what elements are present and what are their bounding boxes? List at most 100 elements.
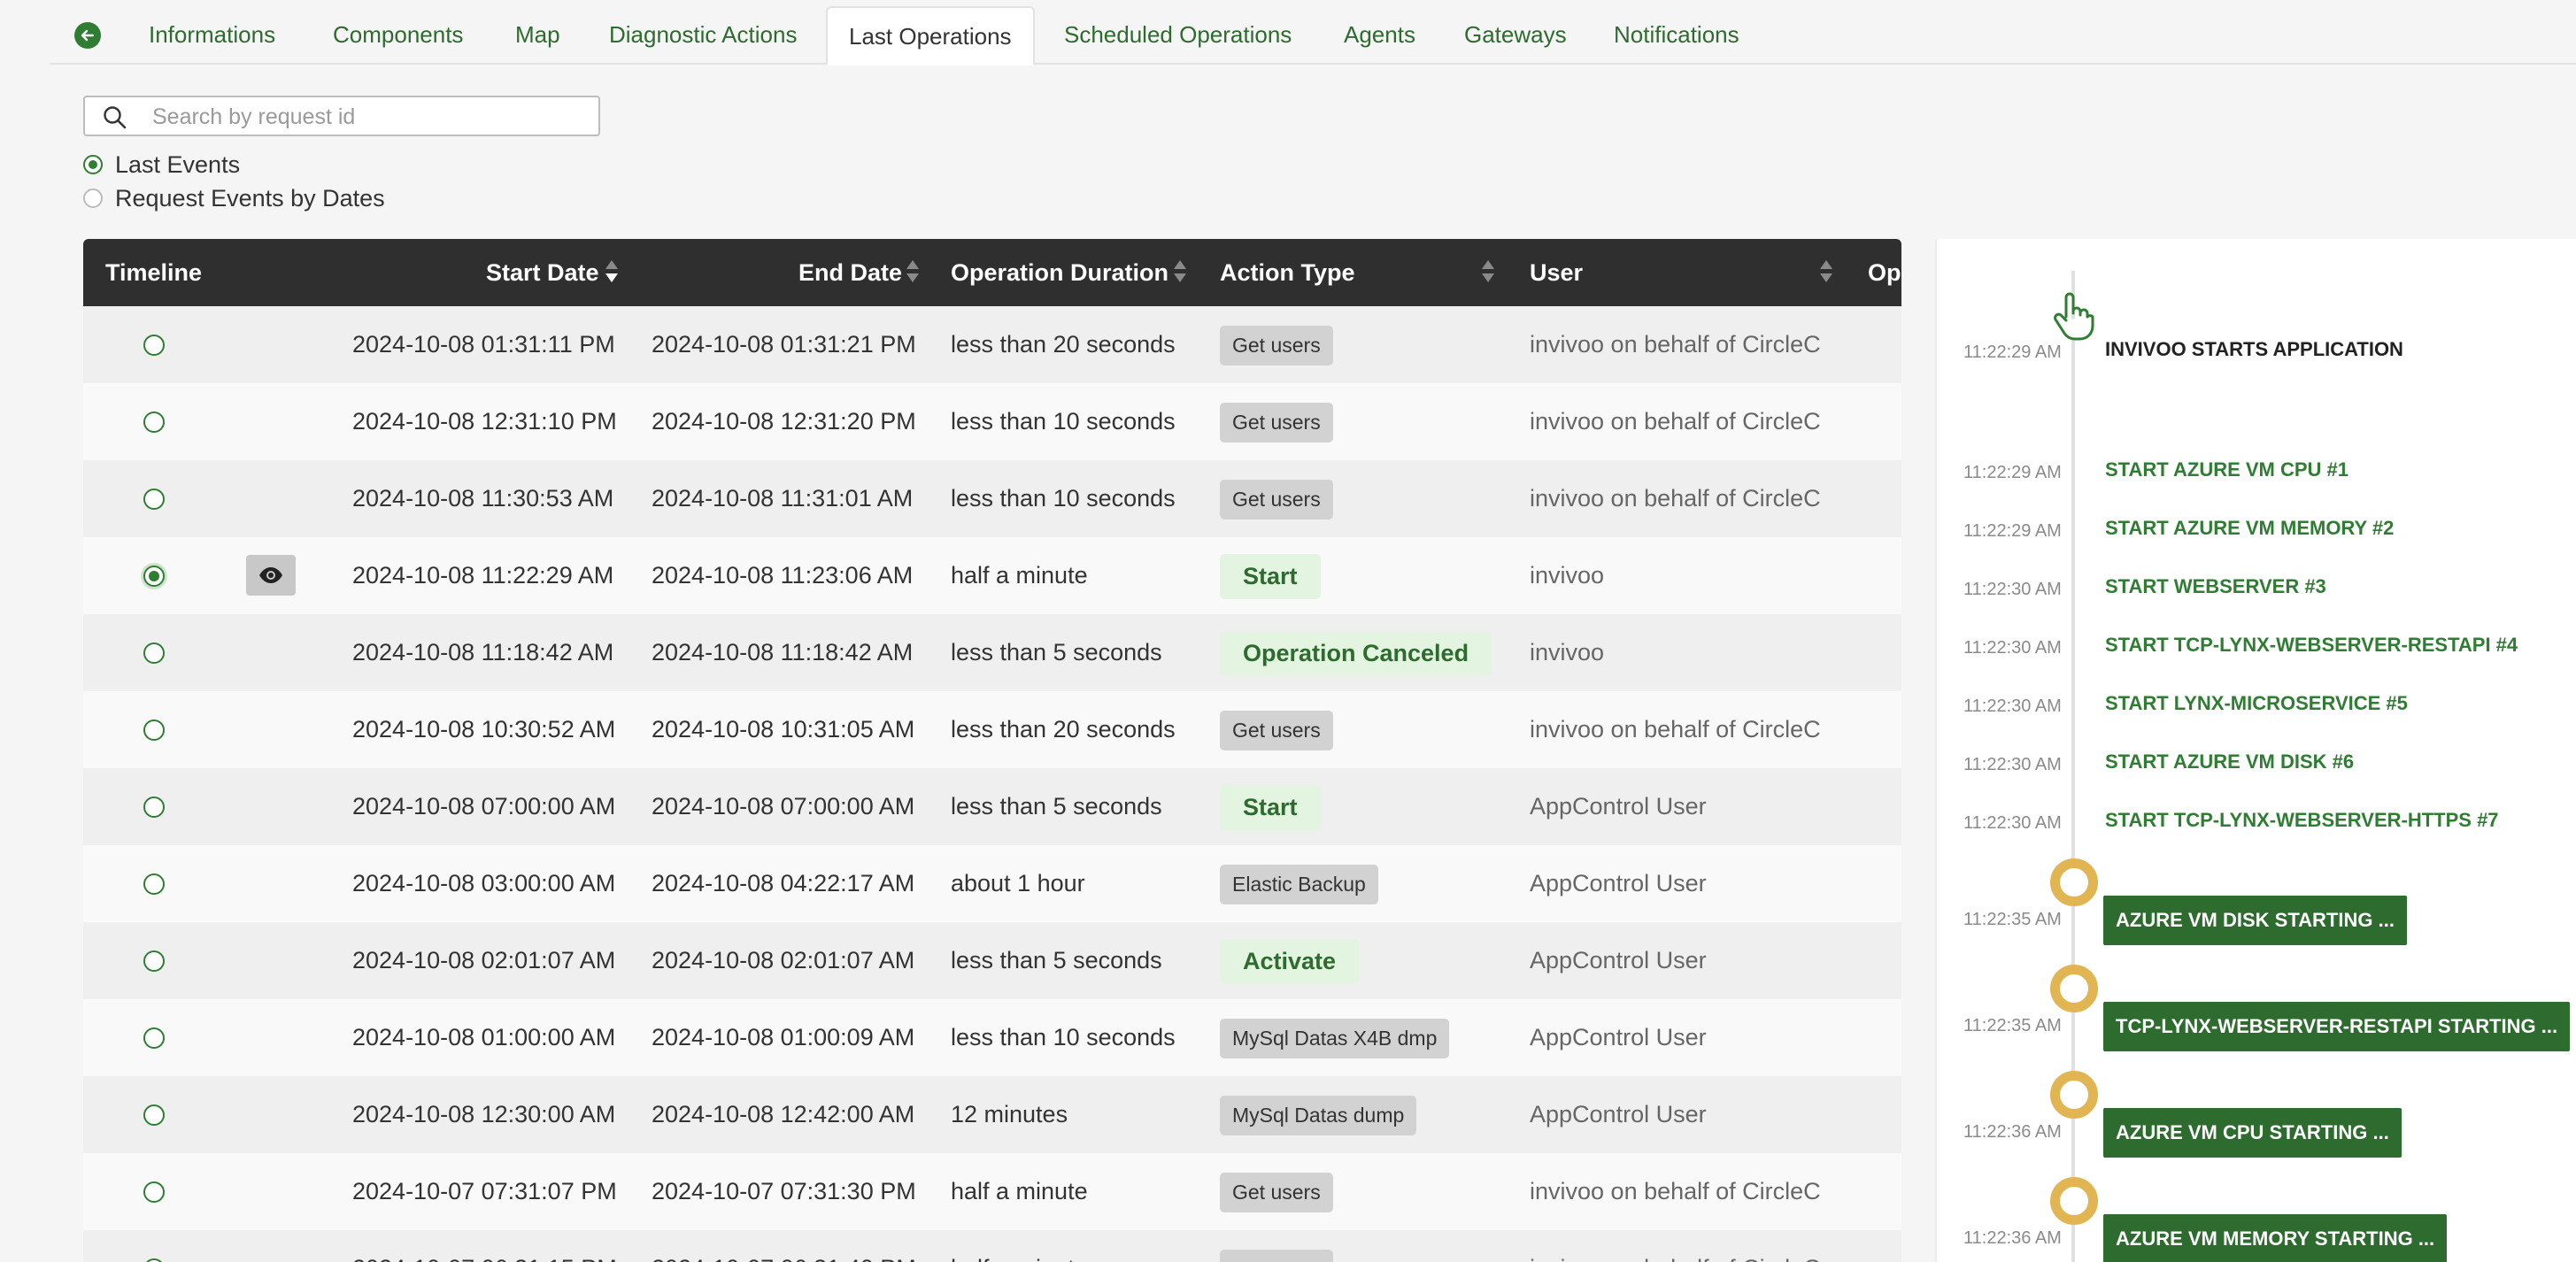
timeline-radio[interactable] [143, 1027, 165, 1049]
tab-map[interactable]: Map [515, 6, 560, 63]
sort-icon[interactable] [906, 260, 919, 285]
operations-table: Timeline Start Date End Date Operation D… [83, 239, 1901, 1262]
table-row[interactable]: 2024-10-07 07:31:07 PM 2024-10-07 07:31:3… [83, 1153, 1901, 1230]
event-time: 11:22:29 AM [1963, 521, 2062, 541]
action-type-cell: Activate [1220, 922, 1360, 999]
tab-informations[interactable]: Informations [149, 6, 275, 63]
view-eye-icon[interactable] [246, 555, 296, 596]
action-type-cell: Start [1220, 768, 1321, 845]
user-cell: AppControl User [1530, 1101, 1707, 1127]
end-date-cell: 2024-10-08 01:31:21 PM [652, 331, 916, 358]
action-type-cell: Start [1220, 537, 1321, 614]
timeline-radio[interactable] [143, 950, 165, 972]
user-cell: AppControl User [1530, 793, 1707, 820]
column-end-date[interactable]: End Date [798, 239, 902, 306]
table-row[interactable]: 2024-10-08 11:18:42 AM 2024-10-08 11:18:4… [83, 614, 1901, 691]
timeline-radio[interactable] [143, 873, 165, 895]
back-arrow-icon[interactable] [74, 22, 101, 49]
event-time: 11:22:29 AM [1963, 342, 2062, 362]
table-row[interactable]: 2024-10-08 07:00:00 AM 2024-10-08 07:00:0… [83, 768, 1901, 845]
action-badge: Get users [1220, 1250, 1333, 1262]
tab-last-operations[interactable]: Last Operations [826, 6, 1035, 65]
column-duration[interactable]: Operation Duration [951, 239, 1168, 306]
start-date-cell: 2024-10-08 03:00:00 AM [352, 870, 616, 896]
action-type-cell: MySql Datas dump [1220, 1076, 1417, 1153]
radio-by-dates[interactable] [83, 189, 103, 208]
timeline-radio[interactable] [143, 1258, 165, 1262]
timeline-radio[interactable] [143, 335, 165, 356]
table-row[interactable]: 2024-10-08 02:01:07 AM 2024-10-08 02:01:0… [83, 922, 1901, 999]
duration-cell: less than 5 seconds [951, 793, 1162, 820]
start-date-cell: 2024-10-08 12:30:00 AM [352, 1101, 616, 1127]
sort-icon[interactable] [1820, 260, 1832, 285]
tab-scheduled-operations[interactable]: Scheduled Operations [1064, 6, 1292, 63]
event-label: START TCP-LYNX-WEBSERVER-RESTAPI #4 [2105, 634, 2518, 656]
filter-by-dates-label: Request Events by Dates [115, 184, 385, 212]
event-time: 11:22:30 AM [1963, 580, 2062, 599]
table-row[interactable]: 2024-10-07 06:31:15 PM 2024-10-07 06:31:4… [83, 1230, 1901, 1262]
tab-diagnostic-actions[interactable]: Diagnostic Actions [609, 6, 797, 63]
action-type-cell: Get users [1220, 306, 1333, 383]
table-row[interactable]: 2024-10-08 12:30:00 AM 2024-10-08 12:42:0… [83, 1076, 1901, 1153]
column-op[interactable]: Op [1868, 239, 1901, 306]
table-row[interactable]: 2024-10-08 10:30:52 AM 2024-10-08 10:31:0… [83, 691, 1901, 768]
timeline-radio[interactable] [143, 412, 165, 433]
status-ring-icon [2050, 858, 2098, 906]
event-time: 11:22:35 AM [1963, 1016, 2062, 1035]
column-start-date[interactable]: Start Date [486, 239, 599, 306]
event-label: START AZURE VM DISK #6 [2105, 750, 2355, 773]
timeline-radio[interactable] [143, 643, 165, 664]
event-time: 11:22:30 AM [1963, 813, 2062, 833]
action-badge: MySql Datas dump [1220, 1096, 1417, 1136]
filter-by-dates[interactable]: Request Events by Dates [83, 182, 385, 214]
user-cell: AppControl User [1530, 1024, 1707, 1050]
filter-last-events[interactable]: Last Events [83, 149, 240, 181]
action-type-cell: Get users [1220, 691, 1333, 768]
timeline-radio[interactable] [143, 1104, 165, 1126]
sort-icon[interactable] [605, 260, 618, 285]
column-user[interactable]: User [1530, 239, 1583, 306]
duration-cell: less than 20 seconds [951, 716, 1176, 743]
end-date-cell: 2024-10-08 11:23:06 AM [652, 562, 914, 589]
end-date-cell: 2024-10-08 11:31:01 AM [652, 485, 914, 512]
column-action-type[interactable]: Action Type [1220, 239, 1355, 306]
action-type-cell: MySql Datas X4B dmp [1220, 999, 1450, 1076]
radio-last-events[interactable] [83, 155, 103, 174]
action-badge: Start [1220, 554, 1321, 600]
tab-gateways[interactable]: Gateways [1464, 6, 1567, 63]
event-status-box: AZURE VM CPU STARTING ... [2103, 1108, 2402, 1158]
tab-bar: Informations Components Map Diagnostic A… [50, 0, 2576, 65]
end-date-cell: 2024-10-08 07:00:00 AM [652, 793, 915, 820]
user-cell: invivoo on behalf of CircleCi [1530, 716, 1822, 743]
timeline-radio[interactable] [143, 489, 165, 510]
table-row[interactable]: 2024-10-08 01:00:00 AM 2024-10-08 01:00:0… [83, 999, 1901, 1076]
table-row[interactable]: 2024-10-08 03:00:00 AM 2024-10-08 04:22:1… [83, 845, 1901, 922]
search-box [83, 96, 600, 136]
action-badge: Operation Canceled [1220, 631, 1492, 677]
sort-icon[interactable] [1174, 260, 1186, 285]
event-time: 11:22:36 AM [1963, 1122, 2062, 1142]
event-status-box: AZURE VM MEMORY STARTING ... [2103, 1214, 2448, 1262]
timeline-radio[interactable] [143, 566, 165, 587]
timeline-radio[interactable] [143, 796, 165, 818]
table-row[interactable]: 2024-10-08 11:30:53 AM 2024-10-08 11:31:0… [83, 460, 1901, 537]
user-cell: invivoo [1530, 639, 1605, 666]
action-badge: Activate [1220, 939, 1360, 985]
table-row[interactable]: 2024-10-08 12:31:10 PM 2024-10-08 12:31:2… [83, 383, 1901, 460]
tab-notifications[interactable]: Notifications [1614, 6, 1739, 63]
timeline-radio[interactable] [143, 1181, 165, 1203]
timeline-radio[interactable] [143, 719, 165, 741]
table-row[interactable]: 2024-10-08 11:22:29 AM 2024-10-08 11:23:0… [83, 537, 1901, 614]
start-date-cell: 2024-10-08 01:00:00 AM [352, 1024, 616, 1050]
sort-icon[interactable] [1482, 260, 1494, 285]
duration-cell: less than 5 seconds [951, 947, 1162, 973]
action-badge: Get users [1220, 711, 1333, 751]
table-row[interactable]: 2024-10-08 01:31:11 PM 2024-10-08 01:31:2… [83, 306, 1901, 383]
end-date-cell: 2024-10-08 04:22:17 AM [652, 870, 915, 896]
event-time: 11:22:29 AM [1963, 463, 2062, 482]
tab-agents[interactable]: Agents [1344, 6, 1415, 63]
user-cell: invivoo [1530, 562, 1605, 589]
search-input[interactable] [150, 101, 588, 133]
action-type-cell: Get users [1220, 460, 1333, 537]
tab-components[interactable]: Components [333, 6, 463, 63]
